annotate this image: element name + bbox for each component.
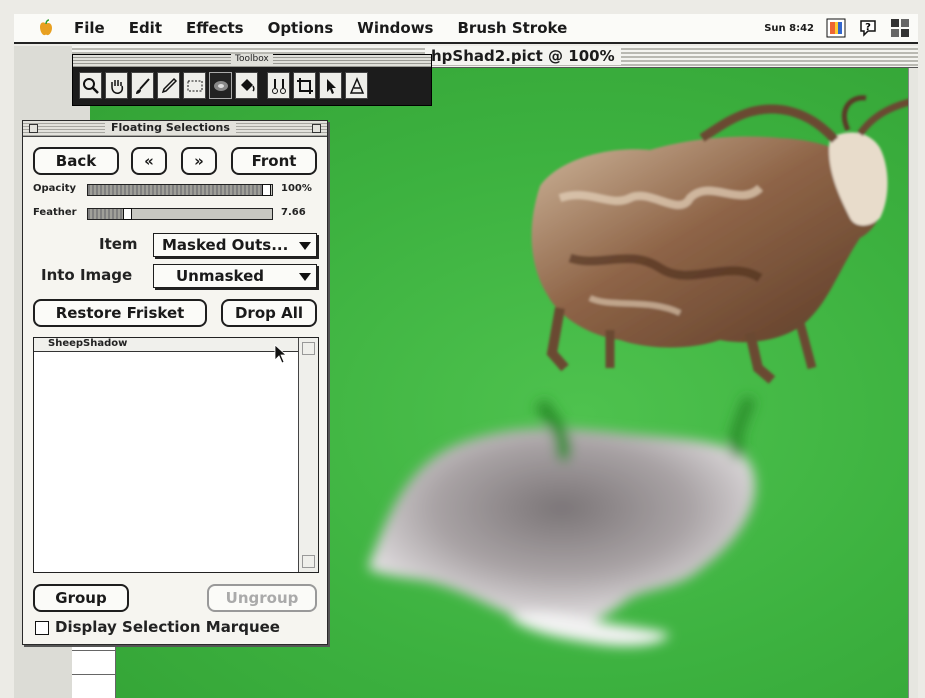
display-marquee-checkbox[interactable]: [35, 621, 49, 635]
text-icon[interactable]: [345, 72, 368, 99]
ungroup-button[interactable]: Ungroup: [207, 584, 317, 612]
mouse-pointer-icon: [274, 344, 288, 364]
dropper-icon[interactable]: [157, 72, 180, 99]
opacity-slider-thumb[interactable]: [262, 184, 271, 196]
chevron-down-icon: [299, 242, 311, 250]
scissors-icon[interactable]: [267, 72, 290, 99]
front-button[interactable]: Front: [231, 147, 317, 175]
feather-label: Feather: [33, 207, 77, 218]
help-icon[interactable]: ?: [858, 18, 878, 38]
color-picker-icon[interactable]: [826, 18, 846, 38]
selection-list[interactable]: SheepShadow: [33, 337, 319, 573]
object-selector-icon[interactable]: [209, 72, 232, 99]
sheep-shadow: [368, 395, 756, 647]
arrow-pointer-icon[interactable]: [319, 72, 342, 99]
app-switcher-icon[interactable]: [890, 18, 910, 38]
next-button[interactable]: »: [181, 147, 217, 175]
feather-value: 7.66: [281, 207, 306, 218]
vertical-scrollbar[interactable]: [908, 68, 918, 698]
close-box-icon[interactable]: [29, 124, 38, 133]
feather-slider-fill: [88, 209, 128, 219]
floating-selections-title-bar[interactable]: Floating Selections: [23, 121, 327, 137]
feather-slider[interactable]: [87, 208, 273, 220]
magnifier-icon[interactable]: [79, 72, 102, 99]
display-marquee-label: Display Selection Marquee: [55, 618, 280, 636]
item-popup[interactable]: Masked Outs...: [153, 233, 317, 257]
into-image-popup-value: Unmasked: [176, 267, 265, 285]
floating-selections-palette: Floating Selections Back « » Front Opaci…: [22, 120, 328, 645]
group-button[interactable]: Group: [33, 584, 129, 612]
scroll-down-icon[interactable]: [302, 555, 315, 568]
apple-menu-icon[interactable]: [36, 18, 56, 38]
item-label: Item: [99, 235, 138, 253]
brush-icon[interactable]: [131, 72, 154, 99]
toolbox-title: Toolbox: [231, 54, 273, 64]
toolbox-title-bar[interactable]: Toolbox: [73, 54, 431, 67]
paint-bucket-icon[interactable]: [235, 72, 258, 99]
back-button[interactable]: Back: [33, 147, 119, 175]
previous-button[interactable]: «: [131, 147, 167, 175]
scroll-up-icon[interactable]: [302, 342, 315, 355]
document-title: hpShad2.pict @ 100%: [425, 47, 621, 65]
svg-text:?: ?: [865, 22, 871, 33]
selection-list-scrollbar[interactable]: [298, 338, 318, 572]
floating-selections-title: Floating Selections: [105, 121, 236, 134]
menubar-clock: Sun 8:42: [764, 22, 814, 34]
selection-rect-icon[interactable]: [183, 72, 206, 99]
drop-all-button[interactable]: Drop All: [221, 299, 317, 327]
menu-brush-stroke[interactable]: Brush Stroke: [457, 19, 567, 37]
goat-image: [531, 95, 910, 384]
crop-icon[interactable]: [293, 72, 316, 99]
opacity-slider-fill: [88, 185, 267, 195]
chevron-down-icon: [299, 273, 311, 281]
menu-file[interactable]: File: [74, 19, 105, 37]
toolbox-palette: Toolbox: [72, 54, 432, 106]
opacity-value: 100%: [281, 183, 312, 194]
menu-options[interactable]: Options: [268, 19, 334, 37]
selection-list-item[interactable]: SheepShadow: [34, 338, 298, 352]
restore-frisket-button[interactable]: Restore Frisket: [33, 299, 207, 327]
menu-windows[interactable]: Windows: [357, 19, 433, 37]
zoom-box-icon[interactable]: [312, 124, 321, 133]
opacity-slider[interactable]: [87, 184, 273, 196]
divider: [72, 650, 116, 651]
into-image-label: Into Image: [41, 266, 133, 284]
menu-edit[interactable]: Edit: [129, 19, 162, 37]
feather-slider-thumb[interactable]: [123, 208, 132, 220]
hand-icon[interactable]: [105, 72, 128, 99]
divider: [72, 674, 116, 675]
into-image-popup[interactable]: Unmasked: [153, 264, 317, 288]
item-popup-value: Masked Outs...: [162, 236, 289, 254]
menu-bar: File Edit Effects Options Windows Brush …: [14, 14, 918, 44]
menu-effects[interactable]: Effects: [186, 19, 244, 37]
opacity-label: Opacity: [33, 183, 77, 194]
selection-list-item-label: SheepShadow: [48, 338, 128, 349]
